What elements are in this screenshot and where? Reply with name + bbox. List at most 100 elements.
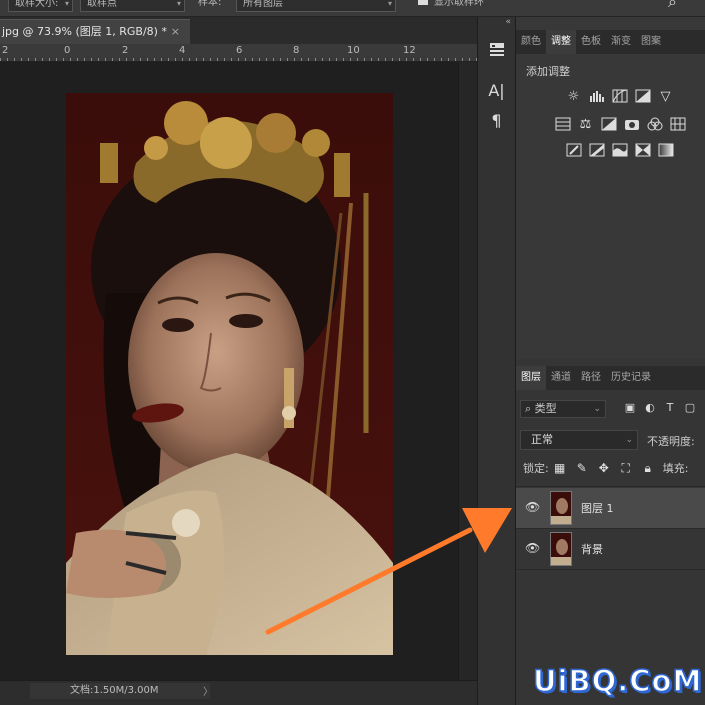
lock-paint-icon[interactable]: ✎: [571, 461, 593, 475]
selective-color-icon[interactable]: [631, 141, 654, 159]
ruler-tick: [133, 58, 134, 61]
layer-thumbnail: [550, 532, 572, 566]
ruler-tick: [112, 58, 113, 61]
adjustments-panel-tabs: 颜色 调整 色板 渐变 图案: [516, 30, 705, 54]
ruler-tick: [441, 58, 442, 61]
eye-icon[interactable]: 👁︎: [525, 500, 540, 514]
tab-history[interactable]: 历史记录: [606, 366, 656, 390]
ruler-tick: [21, 58, 22, 61]
ruler-tick: [301, 58, 302, 61]
adjustment-row-1: ☼ ▽: [562, 87, 677, 105]
ruler-tick: [350, 58, 351, 61]
ruler-tick: [196, 58, 197, 61]
options-bar: 取样大小: ▾ 取样点 ▾ 样本: 所有图层 ▾ 显示取样环 ⌕: [0, 0, 705, 17]
ruler-tick: [63, 58, 64, 61]
tab-adjustments[interactable]: 调整: [546, 30, 576, 54]
ruler-tick: [119, 58, 120, 61]
layer-kind-filter-dropdown[interactable]: ⌕ 类型 ⌄: [520, 400, 606, 418]
ruler-tick: [231, 58, 232, 61]
adjustment-row-2: ⚖: [551, 115, 689, 133]
show-ring-label: 显示取样环: [434, 0, 484, 8]
ruler-tick: [84, 58, 85, 61]
show-ring-checkbox[interactable]: [418, 0, 428, 5]
sample-layers-dropdown[interactable]: 所有图层 ▾: [236, 0, 396, 12]
lock-artboard-icon[interactable]: ⛶: [615, 461, 637, 476]
blend-mode-dropdown[interactable]: 正常 ⌄: [520, 430, 638, 450]
ruler-tick: [28, 58, 29, 61]
document-tab-title: jpg @ 73.9% (图层 1, RGB/8) *: [2, 25, 167, 38]
ruler-tick: [266, 58, 267, 61]
ruler-tick: [98, 58, 99, 61]
exposure-icon[interactable]: [631, 87, 654, 105]
pixel-filter-icon[interactable]: ▣: [620, 401, 640, 414]
ruler-tick: [147, 58, 148, 61]
sample-label: 样本:: [198, 0, 222, 8]
ruler-tick: [455, 58, 456, 61]
invert-icon[interactable]: [562, 141, 585, 159]
tab-swatches[interactable]: 色板: [576, 30, 606, 54]
lock-position-icon[interactable]: ✥: [593, 461, 615, 475]
lock-transparent-icon[interactable]: ▦: [549, 461, 571, 475]
properties-panel-icon[interactable]: [478, 41, 515, 63]
ruler-tick: [182, 58, 183, 61]
channel-mixer-icon[interactable]: [643, 115, 666, 133]
lock-all-icon[interactable]: 🔒︎: [637, 461, 659, 476]
ruler-tick: [70, 58, 71, 61]
canvas-area[interactable]: [0, 62, 458, 680]
close-icon[interactable]: ×: [171, 20, 180, 44]
tab-channels[interactable]: 通道: [546, 366, 576, 390]
divider: [516, 569, 705, 570]
color-lookup-icon[interactable]: [666, 115, 689, 133]
eye-icon[interactable]: 👁︎: [525, 541, 540, 555]
adjustment-filter-icon[interactable]: ◐: [640, 401, 660, 414]
tab-patterns[interactable]: 图案: [636, 30, 666, 54]
sample-size-dropdown[interactable]: 取样大小: ▾: [8, 0, 73, 12]
threshold-icon[interactable]: [608, 141, 631, 159]
status-menu-arrow[interactable]: 〉: [203, 683, 213, 698]
watermark-logo: UiBQ.CoM: [532, 663, 703, 699]
brightness-contrast-icon[interactable]: ☼: [562, 87, 585, 105]
type-filter-icon[interactable]: T: [660, 401, 680, 414]
ruler-tick: [364, 58, 365, 61]
sample-point-dropdown[interactable]: 取样点 ▾: [80, 0, 185, 12]
character-panel-icon[interactable]: A|: [478, 81, 515, 100]
fill-label: 填充:: [662, 462, 689, 475]
layer-row-background[interactable]: 👁︎ 背景: [516, 529, 705, 569]
status-bar: 文档:1.50M/3.00M 〉: [0, 680, 477, 705]
photo-filter-icon[interactable]: [620, 115, 643, 133]
color-balance-icon[interactable]: ⚖: [574, 115, 597, 133]
ruler-tick: [413, 58, 414, 61]
gradient-map-icon[interactable]: [654, 141, 677, 159]
tab-color[interactable]: 颜色: [516, 30, 546, 54]
tab-layers[interactable]: 图层: [516, 366, 546, 390]
add-adjustment-title: 添加调整: [526, 65, 570, 78]
document-tab[interactable]: jpg @ 73.9% (图层 1, RGB/8) * ×: [0, 19, 190, 44]
ruler-tick: [315, 58, 316, 61]
vibrance-icon[interactable]: ▽: [654, 87, 677, 105]
ruler-tick: [357, 58, 358, 61]
ruler-tick: [14, 58, 15, 61]
ruler-tick: [210, 58, 211, 61]
horizontal-ruler[interactable]: 2 0 2 4 6 8 10 12: [0, 44, 477, 62]
posterize-icon[interactable]: [585, 141, 608, 159]
layer-row-layer1[interactable]: 👁︎ 图层 1: [516, 488, 705, 528]
ruler-tick: [203, 58, 204, 61]
ruler-tick: [280, 58, 281, 61]
search-icon[interactable]: ⌕: [668, 0, 677, 12]
document-size-info[interactable]: 文档:1.50M/3.00M: [30, 683, 210, 699]
adjustment-row-3: [562, 141, 677, 159]
shape-filter-icon[interactable]: ▢: [680, 401, 700, 414]
photoshop-window: 取样大小: ▾ 取样点 ▾ 样本: 所有图层 ▾ 显示取样环 ⌕ jpg @ 7…: [0, 0, 705, 705]
tab-paths[interactable]: 路径: [576, 366, 606, 390]
ruler-tick: [0, 58, 1, 61]
paragraph-panel-icon[interactable]: ¶: [478, 111, 515, 130]
right-panels: 颜色 调整 色板 渐变 图案 添加调整 ☼ ▽ ⚖ 图层 通道 路径 历史记录 …: [516, 17, 705, 705]
tab-gradients[interactable]: 渐变: [606, 30, 636, 54]
curves-icon[interactable]: [608, 87, 631, 105]
black-white-icon[interactable]: [597, 115, 620, 133]
vertical-scrollbar[interactable]: [458, 62, 477, 680]
collapse-panels-icon[interactable]: «: [505, 17, 511, 27]
hue-saturation-icon[interactable]: [551, 115, 574, 133]
opacity-label: 不透明度:: [647, 435, 695, 448]
levels-icon[interactable]: [585, 87, 608, 105]
